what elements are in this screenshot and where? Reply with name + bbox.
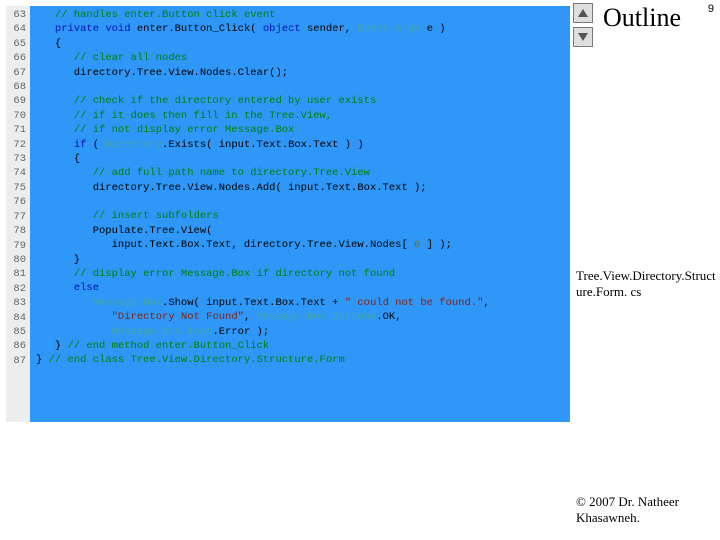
line-number: 73 (6, 152, 30, 166)
outline-prev-button[interactable] (573, 3, 593, 23)
code-line: private void enter.Button_Click( object … (36, 22, 570, 36)
arrow-up-icon (578, 9, 588, 17)
line-number: 84 (6, 311, 30, 325)
line-number-gutter: 6364656667686970717273747576777879808182… (6, 6, 30, 422)
code-line: else (36, 281, 570, 295)
code-line: "Directory Not Found", Message.Box.Butto… (36, 310, 570, 324)
line-number: 85 (6, 325, 30, 339)
code-panel: 6364656667686970717273747576777879808182… (6, 6, 570, 422)
code-line (36, 80, 570, 94)
code-body: // handles enter.Button click event priv… (30, 6, 570, 422)
slide-number: 9 (708, 3, 714, 15)
code-line: { (36, 37, 570, 51)
code-line: // display error Message.Box if director… (36, 267, 570, 281)
line-number: 82 (6, 282, 30, 296)
code-line: // handles enter.Button click event (36, 8, 570, 22)
code-line: } (36, 253, 570, 267)
line-number: 78 (6, 224, 30, 238)
code-line: // if it does then fill in the Tree.View… (36, 109, 570, 123)
line-number: 75 (6, 181, 30, 195)
sidebar: 9 Outline (573, 3, 718, 47)
outline-title: Outline (603, 3, 681, 33)
line-number: 72 (6, 138, 30, 152)
outline-next-button[interactable] (573, 27, 593, 47)
line-number: 71 (6, 123, 30, 137)
code-line: } // end method enter.Button_Click (36, 339, 570, 353)
code-line: input.Text.Box.Text, directory.Tree.View… (36, 238, 570, 252)
code-line: // if not display error Message.Box (36, 123, 570, 137)
line-number: 79 (6, 239, 30, 253)
code-line: // insert subfolders (36, 209, 570, 223)
code-line: { (36, 152, 570, 166)
line-number: 77 (6, 210, 30, 224)
code-line: // add full path name to directory.Tree.… (36, 166, 570, 180)
code-line: Message.Box.Icon.Error ); (36, 325, 570, 339)
line-number: 68 (6, 80, 30, 94)
line-number: 83 (6, 296, 30, 310)
code-line: // clear all nodes (36, 51, 570, 65)
code-line: Populate.Tree.View( (36, 224, 570, 238)
line-number: 80 (6, 253, 30, 267)
code-line: // check if the directory entered by use… (36, 94, 570, 108)
line-number: 86 (6, 339, 30, 353)
code-line: } // end class Tree.View.Directory.Struc… (36, 353, 570, 367)
footer-copyright: © 2007 Dr. Natheer Khasawneh. (576, 494, 716, 526)
line-number: 63 (6, 8, 30, 22)
line-number: 67 (6, 66, 30, 80)
line-number: 81 (6, 267, 30, 281)
code-line: Message.Box.Show( input.Text.Box.Text + … (36, 296, 570, 310)
line-number: 87 (6, 354, 30, 368)
code-line: directory.Tree.View.Nodes.Add( input.Tex… (36, 181, 570, 195)
line-number: 74 (6, 166, 30, 180)
arrow-down-icon (578, 33, 588, 41)
line-number: 70 (6, 109, 30, 123)
line-number: 76 (6, 195, 30, 209)
code-line: directory.Tree.View.Nodes.Clear(); (36, 66, 570, 80)
line-number: 69 (6, 94, 30, 108)
file-name-label: Tree.View.Directory.Structure.Form. cs (576, 268, 716, 300)
code-line: if ( Directory.Exists( input.Text.Box.Te… (36, 138, 570, 152)
line-number: 65 (6, 37, 30, 51)
code-line (36, 195, 570, 209)
line-number: 66 (6, 51, 30, 65)
line-number: 64 (6, 22, 30, 36)
